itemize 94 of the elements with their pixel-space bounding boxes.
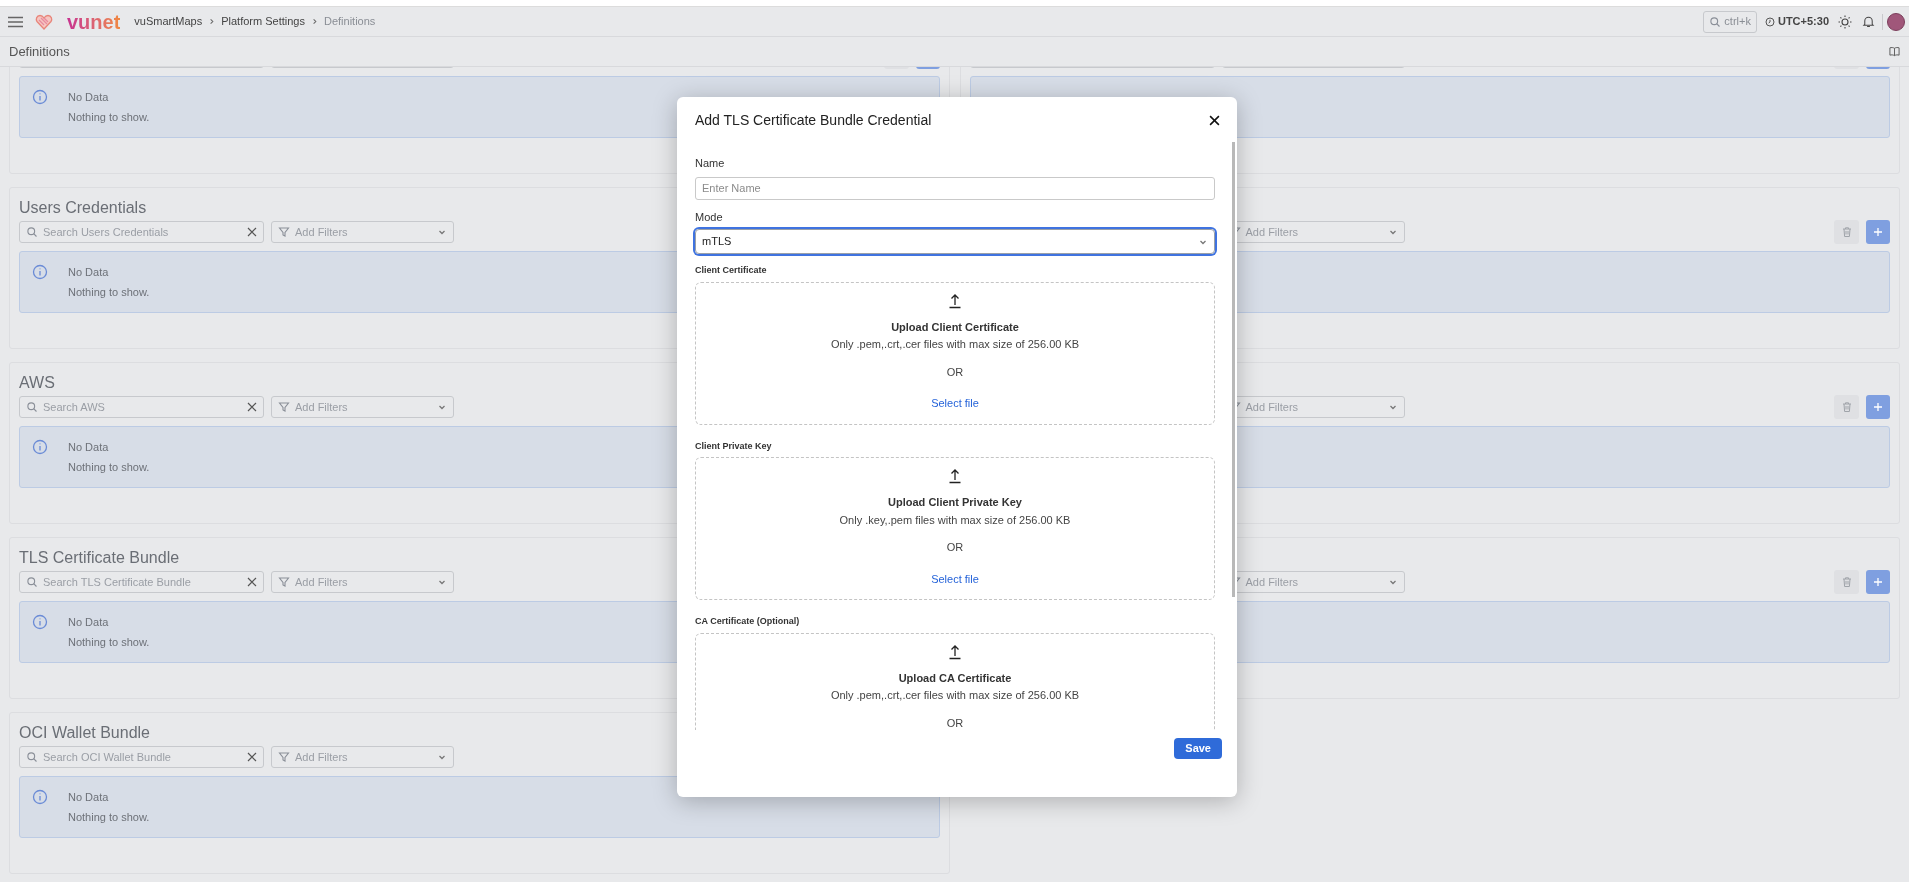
scrollbar[interactable] bbox=[1232, 142, 1235, 597]
select-file-link[interactable]: Select file bbox=[931, 395, 979, 412]
upload-hint: Only .pem,.crt,.cer files with max size of 256.00 KB bbox=[830, 337, 1080, 352]
section-title: OCI Wallet Bundle bbox=[19, 723, 150, 743]
filter-placeholder: Add Filters bbox=[1245, 399, 1300, 415]
search-icon bbox=[26, 401, 38, 413]
section-title: Users Credentials bbox=[19, 198, 147, 218]
or-text: OR bbox=[946, 715, 964, 730]
trash-icon bbox=[1840, 226, 1853, 238]
menu-icon[interactable] bbox=[8, 15, 23, 28]
search-icon bbox=[1709, 15, 1722, 28]
breadcrumb-link[interactable]: vuSmartMaps bbox=[134, 13, 203, 30]
info-icon bbox=[32, 264, 48, 280]
chevron-icon bbox=[208, 18, 216, 25]
clear-icon[interactable] bbox=[247, 752, 257, 762]
info-icon bbox=[32, 439, 48, 455]
plus-icon bbox=[1873, 227, 1883, 237]
search-icon bbox=[26, 751, 38, 763]
filter-placeholder: Add Filters bbox=[295, 574, 349, 590]
mode-value: mTLS bbox=[702, 234, 732, 250]
clear-icon[interactable] bbox=[247, 227, 257, 237]
search-input[interactable]: Search TLS Certificate Bundle bbox=[43, 573, 242, 591]
upload-label: Client Private Key bbox=[695, 439, 773, 453]
close-button[interactable] bbox=[1207, 113, 1221, 128]
search-input[interactable]: Search Users Credentials bbox=[43, 223, 242, 241]
filter-placeholder: Add Filters bbox=[1245, 574, 1300, 590]
select-file-link[interactable]: Select file bbox=[931, 570, 979, 587]
section-title: TLS Certificate Bundle bbox=[19, 548, 180, 568]
clear-icon[interactable] bbox=[247, 577, 257, 587]
upload-icon bbox=[947, 643, 963, 660]
book-icon[interactable] bbox=[1889, 46, 1900, 57]
save-button[interactable]: Save bbox=[1174, 738, 1222, 759]
timezone-text[interactable]: UTC+5:30 bbox=[1777, 13, 1829, 30]
no-data-title: No Data bbox=[68, 90, 110, 105]
mode-select[interactable]: mTLS bbox=[695, 229, 1215, 254]
name-input[interactable]: Enter Name bbox=[695, 176, 1215, 200]
field-label: Name bbox=[695, 156, 726, 171]
filter-placeholder: Add Filters bbox=[295, 224, 349, 240]
breadcrumb-link[interactable]: Definitions bbox=[323, 13, 376, 30]
filter-placeholder: Add Filters bbox=[295, 749, 349, 765]
no-data-text: Nothing to show. bbox=[68, 284, 150, 300]
logo-icon bbox=[35, 12, 53, 31]
search-field[interactable]: Search Users Credentials bbox=[19, 221, 264, 243]
search-shortcut-button[interactable]: ctrl+k bbox=[1703, 10, 1757, 33]
info-icon bbox=[32, 614, 48, 630]
no-data-text: Nothing to show. bbox=[68, 109, 150, 125]
plus-icon bbox=[1873, 577, 1883, 587]
filter-placeholder: Add Filters bbox=[1245, 224, 1300, 240]
upload-label: Client Certificate bbox=[695, 264, 768, 277]
chevron-icon bbox=[310, 18, 318, 25]
close-icon bbox=[1208, 115, 1220, 126]
no-data-text: Nothing to show. bbox=[68, 809, 150, 825]
avatar[interactable] bbox=[1887, 12, 1905, 31]
no-data-text: Nothing to show. bbox=[68, 634, 150, 650]
info-icon bbox=[32, 789, 48, 805]
upload-icon bbox=[947, 292, 963, 309]
shortcut-text: ctrl+k bbox=[1724, 14, 1751, 30]
no-data-title: No Data bbox=[68, 790, 110, 805]
no-data-text: Nothing to show. bbox=[68, 459, 150, 475]
trash-icon bbox=[1840, 576, 1853, 588]
upload-title: Upload Client Certificate bbox=[891, 319, 1019, 335]
search-input[interactable]: Search AWS bbox=[43, 398, 242, 416]
upload-title: Upload CA Certificate bbox=[898, 670, 1012, 686]
sun-icon[interactable] bbox=[1838, 14, 1852, 29]
search-input[interactable]: Search OCI Wallet Bundle bbox=[43, 748, 242, 766]
dialog-title: Add TLS Certificate Bundle Credential bbox=[695, 111, 932, 130]
no-data-title: No Data bbox=[68, 440, 110, 455]
bell-icon[interactable] bbox=[1862, 15, 1875, 28]
upload-label: CA Certificate (Optional) bbox=[695, 615, 801, 628]
breadcrumb-link[interactable]: Platform Settings bbox=[221, 13, 305, 30]
upload-title: Upload Client Private Key bbox=[888, 495, 1022, 510]
upload-icon bbox=[947, 468, 963, 484]
search-field[interactable]: Search AWS bbox=[19, 396, 264, 418]
info-icon bbox=[32, 89, 48, 105]
no-data-title: No Data bbox=[68, 265, 110, 280]
search-field[interactable]: Search OCI Wallet Bundle bbox=[19, 746, 264, 768]
or-text: OR bbox=[946, 540, 964, 555]
search-icon bbox=[26, 226, 38, 238]
page-title: Definitions bbox=[9, 42, 70, 61]
clock-icon bbox=[1764, 16, 1775, 27]
or-text: OR bbox=[946, 364, 964, 380]
filter-placeholder: Add Filters bbox=[295, 399, 349, 415]
dropzone[interactable]: Upload Client Certificate Only .pem,.crt,.cer files with max size of 256.00 KB OR Select file bbox=[695, 281, 1215, 425]
upload-hint: Only .key,.pem files with max size of 256.00 KB bbox=[839, 512, 1071, 528]
field-label: Mode bbox=[695, 209, 724, 225]
no-data-title: No Data bbox=[68, 615, 110, 630]
search-field[interactable]: Search TLS Certificate Bundle bbox=[19, 571, 264, 593]
upload-hint: Only .pem,.crt,.cer files with max size of 256.00 KB bbox=[830, 688, 1080, 703]
clear-icon[interactable] bbox=[247, 402, 257, 412]
plus-icon bbox=[1873, 402, 1883, 412]
dropzone[interactable]: Upload Client Private Key Only .key,.pem files with max size of 256.00 KB OR Select file bbox=[695, 457, 1215, 600]
search-icon bbox=[26, 576, 38, 588]
section-title: AWS bbox=[19, 373, 55, 393]
trash-icon bbox=[1840, 401, 1853, 413]
